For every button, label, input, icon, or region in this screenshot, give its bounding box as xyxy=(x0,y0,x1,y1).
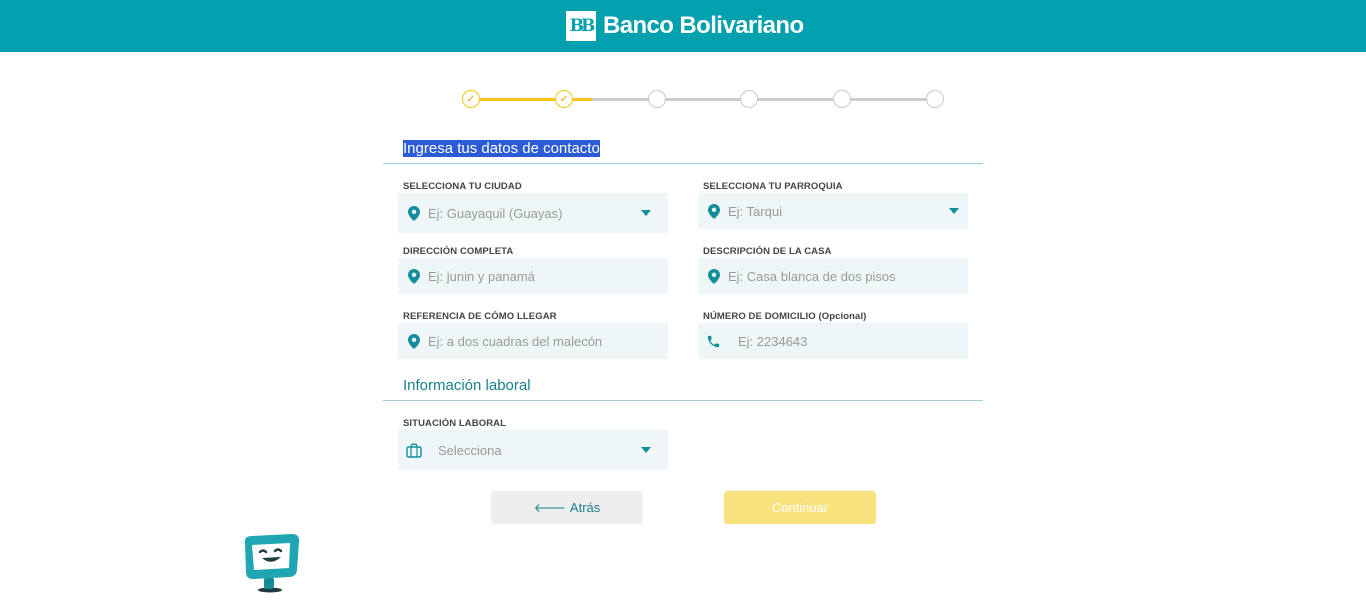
work-situation-select[interactable]: Selecciona xyxy=(398,430,668,470)
step-4 xyxy=(740,90,758,108)
continue-button[interactable]: Continuar xyxy=(724,491,876,524)
reference-label: REFERENCIA DE CÓMO LLEGAR xyxy=(403,311,557,322)
stepper-progress xyxy=(471,98,592,101)
back-button[interactable]: 🡐 Atrás xyxy=(491,491,643,524)
reference-placeholder: Ej: a dos cuadras del malecón xyxy=(428,333,603,349)
chevron-down-icon[interactable] xyxy=(949,208,959,214)
phone-placeholder: Ej: 2234643 xyxy=(738,333,808,349)
house-description-placeholder: Ej: Casa blanca de dos pisos xyxy=(728,268,896,284)
house-description-label: DESCRIPCIÓN DE LA CASA xyxy=(703,246,832,257)
city-placeholder: Ej: Guayaquil (Guayas) xyxy=(428,205,563,221)
progress-stepper: ✓ ✓ xyxy=(462,90,944,108)
briefcase-icon xyxy=(406,442,422,458)
location-pin-icon xyxy=(706,268,722,284)
check-icon: ✓ xyxy=(466,93,476,105)
continue-button-label: Continuar xyxy=(771,500,829,515)
step-5 xyxy=(833,90,851,108)
bank-logo-icon: BB xyxy=(566,11,596,41)
city-label: SELECCIONA TU CIUDAD xyxy=(403,181,522,192)
contact-section-title: Ingresa tus datos de contacto xyxy=(403,140,600,157)
parish-label: SELECCIONA TU PARROQUIA xyxy=(703,181,843,192)
work-section-title: Información laboral xyxy=(403,377,531,394)
section-divider xyxy=(383,163,983,164)
work-situation-placeholder: Selecciona xyxy=(438,442,502,458)
phone-label: NÚMERO DE DOMICILIO (Opcional) xyxy=(703,311,867,322)
chevron-down-icon[interactable] xyxy=(641,210,651,216)
location-pin-icon xyxy=(706,203,722,219)
step-6 xyxy=(926,90,944,108)
address-placeholder: Ej: junin y panamá xyxy=(428,268,535,284)
house-description-input[interactable]: Ej: Casa blanca de dos pisos xyxy=(698,258,968,294)
chat-assistant-icon[interactable] xyxy=(240,533,302,595)
location-pin-icon xyxy=(406,268,422,284)
city-select[interactable]: Ej: Guayaquil (Guayas) xyxy=(398,193,668,233)
step-3 xyxy=(648,90,666,108)
address-input[interactable]: Ej: junin y panamá xyxy=(398,258,668,294)
reference-input[interactable]: Ej: a dos cuadras del malecón xyxy=(398,323,668,359)
address-label: DIRECCIÓN COMPLETA xyxy=(403,246,514,257)
top-bar: BB Banco Bolivariano xyxy=(0,0,1366,52)
brand[interactable]: BB Banco Bolivariano xyxy=(566,10,804,42)
arrow-left-icon: 🡐 xyxy=(533,501,566,515)
brand-name: Banco Bolivariano xyxy=(603,12,804,39)
parish-select[interactable]: Ej: Tarqui xyxy=(698,193,968,229)
chevron-down-icon[interactable] xyxy=(641,447,651,453)
location-pin-icon xyxy=(406,205,422,221)
work-situation-label: SITUACIÓN LABORAL xyxy=(403,418,507,429)
step-1-complete: ✓ xyxy=(462,90,480,108)
parish-placeholder: Ej: Tarqui xyxy=(728,203,782,219)
section-divider xyxy=(383,400,983,401)
step-2-complete: ✓ xyxy=(555,90,573,108)
check-icon: ✓ xyxy=(559,93,569,105)
back-button-label: Atrás xyxy=(569,500,601,515)
location-pin-icon xyxy=(406,333,422,349)
phone-input[interactable]: Ej: 2234643 xyxy=(698,323,968,359)
phone-icon xyxy=(705,333,721,349)
